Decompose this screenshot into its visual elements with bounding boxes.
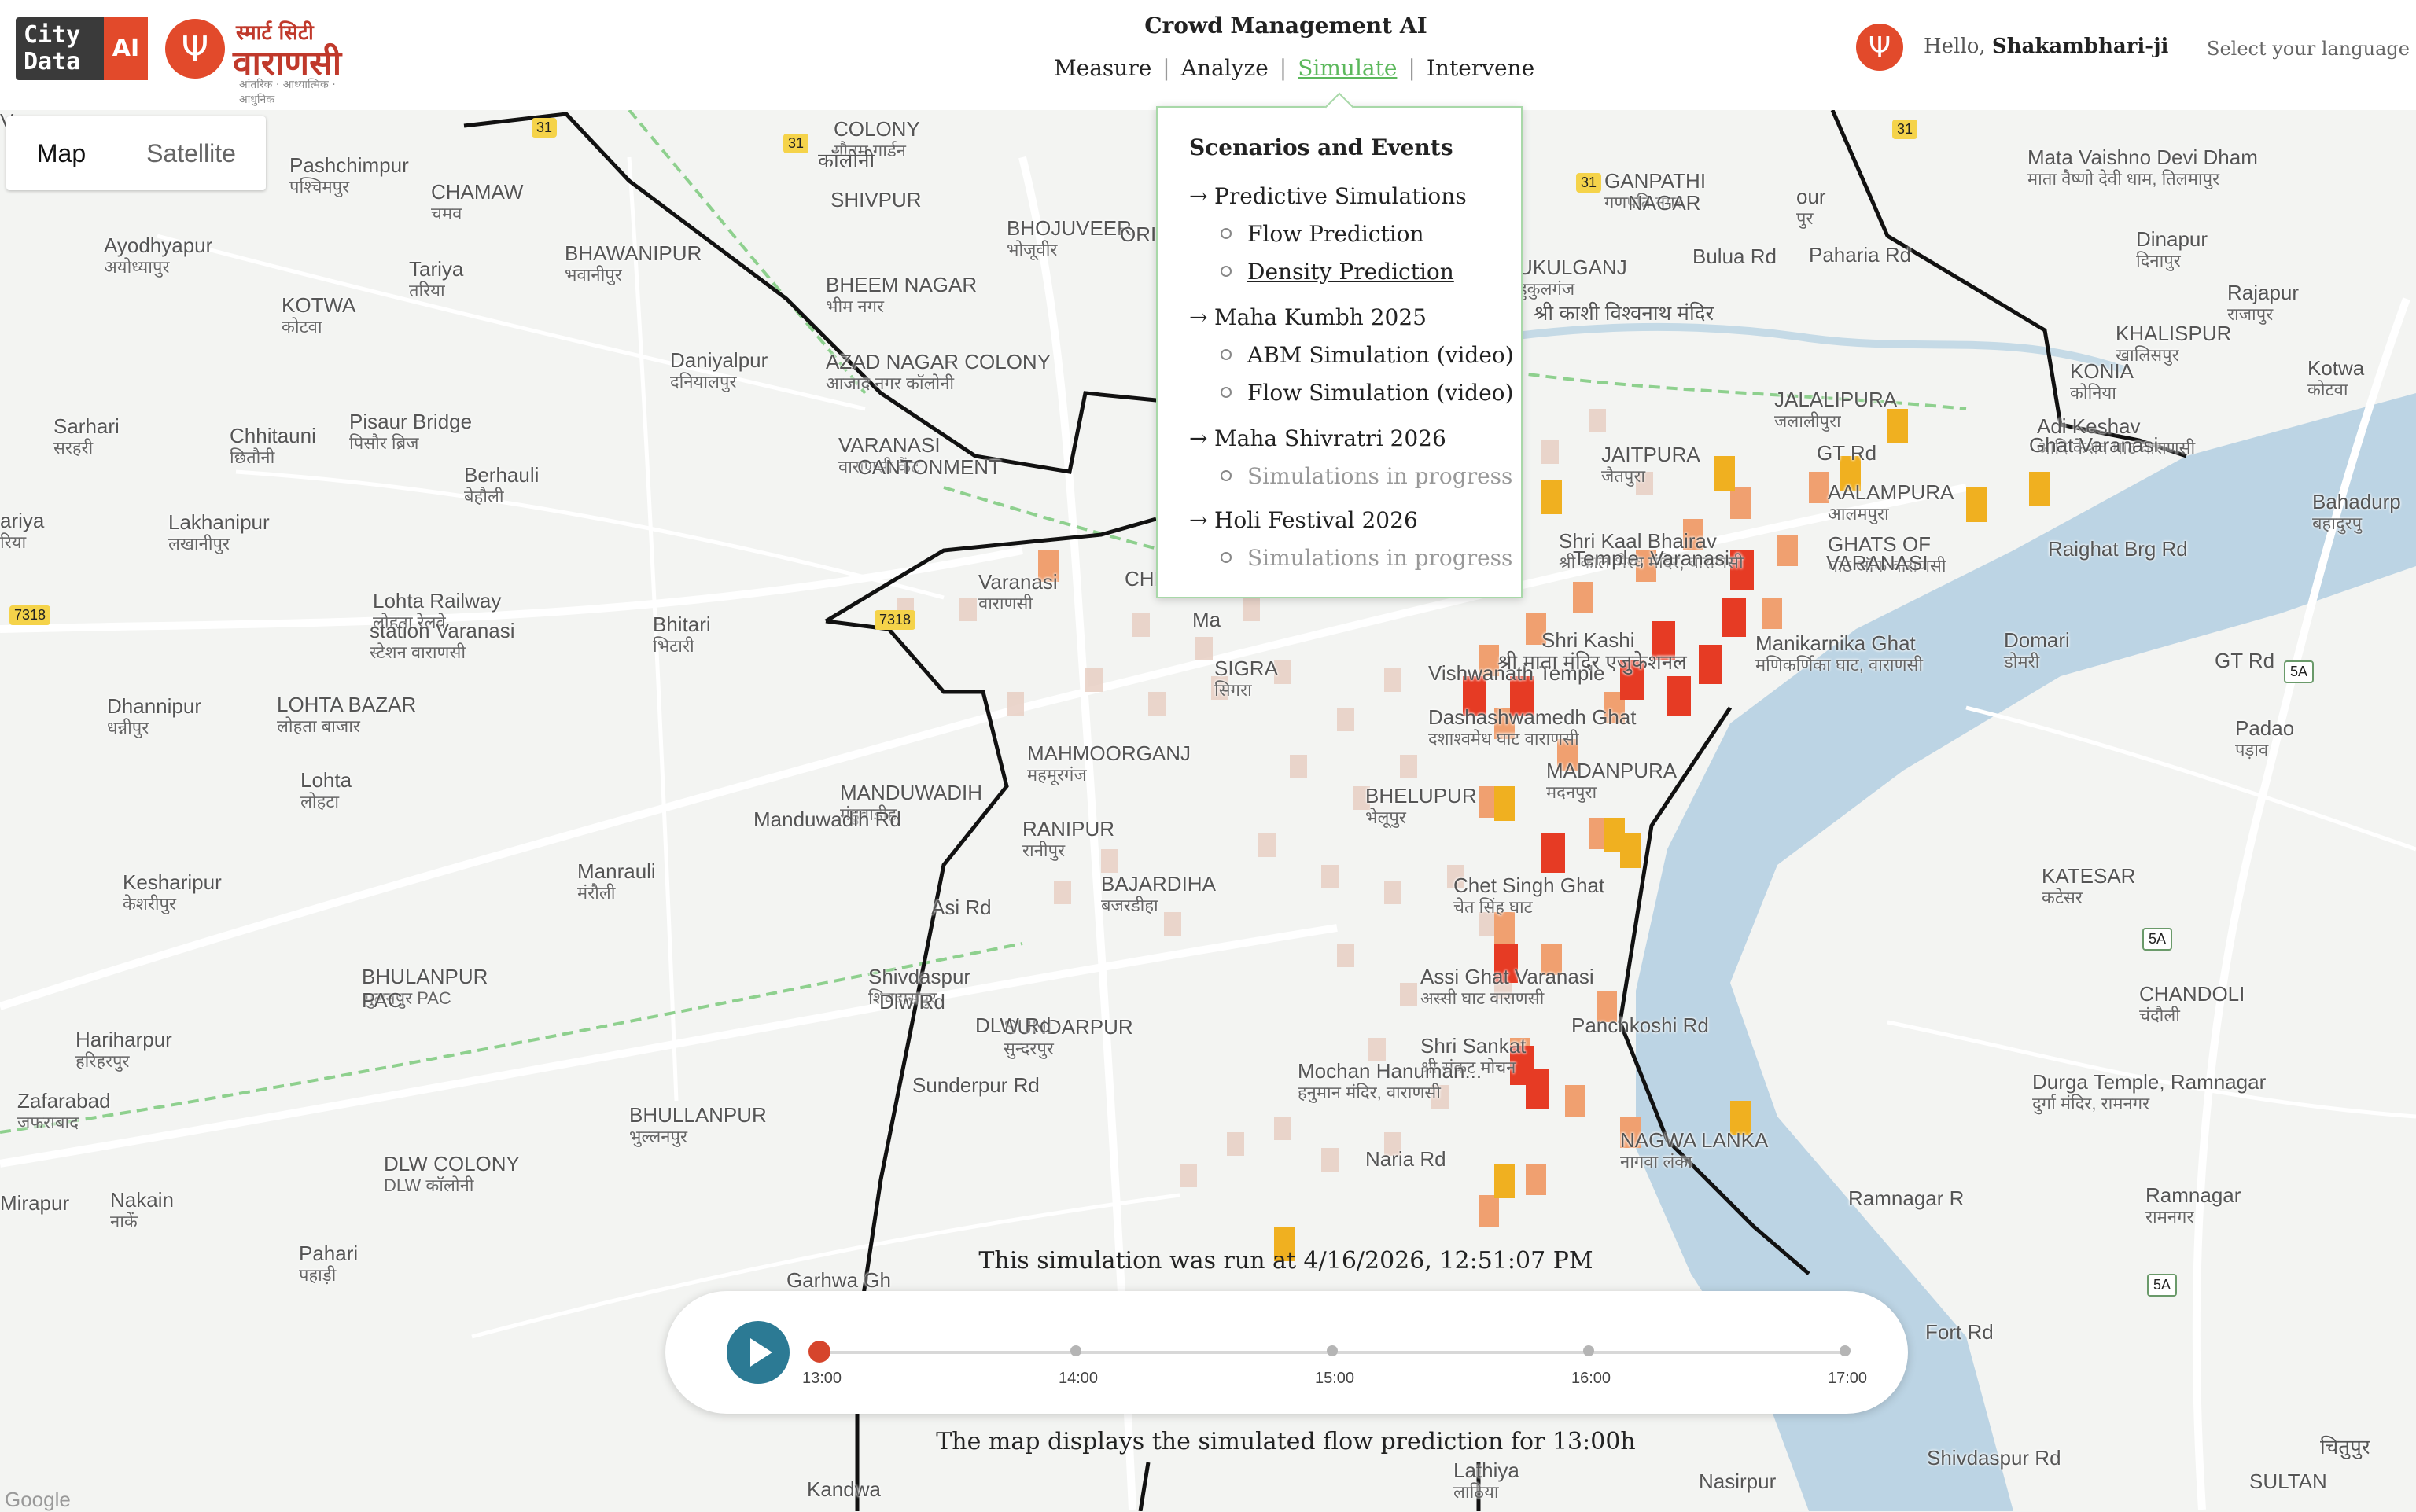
timeline-time-label: 17:00 [1828, 1370, 1868, 1387]
smart-city-varanasi-logo[interactable]: Ψ स्मार्ट सिटी वाराणसी आंतरिक · आध्यात्म… [164, 17, 368, 106]
menu-item-label: Density Prediction [1247, 259, 1454, 285]
play-button[interactable] [727, 1321, 790, 1384]
road-badge: 7318 [875, 610, 916, 630]
dropdown-heading: Scenarios and Events [1189, 134, 1453, 160]
circle-bullet-icon [1221, 551, 1232, 563]
logo-data-text: Data [24, 48, 81, 75]
menu-item-label: ABM Simulation (video) [1247, 342, 1514, 368]
menu-group-predictive-simulations[interactable]: → Predictive Simulations [1189, 183, 1467, 209]
menu-group-label: Maha Kumbh 2025 [1214, 304, 1427, 330]
menu-item-label: Simulations in progress [1247, 463, 1513, 489]
menu-item-abm-simulation[interactable]: ABM Simulation (video) [1221, 342, 1514, 368]
timeline-time-label: 16:00 [1571, 1370, 1611, 1387]
nav-simulate[interactable]: Simulate [1298, 55, 1397, 81]
main-nav: Measure | Analyze | Simulate | Intervene [1054, 55, 1535, 81]
user-name: Shakambhari-ji [1991, 35, 2169, 58]
menu-item-holi-in-progress: Simulations in progress [1221, 545, 1512, 571]
menu-group-maha-shivratri-2026[interactable]: → Maha Shivratri 2026 [1189, 425, 1446, 451]
road-badge: 5A [2147, 1274, 2178, 1297]
circle-bullet-icon [1221, 386, 1232, 398]
timeline-time-label: 13:00 [802, 1370, 842, 1387]
arrow-right-icon: → [1189, 425, 1208, 451]
road-badge: 31 [1892, 120, 1918, 139]
menu-item-label: Simulations in progress [1247, 545, 1513, 571]
menu-group-holi-festival-2026[interactable]: → Holi Festival 2026 [1189, 507, 1418, 533]
map-type-toggle: Map Satellite [6, 116, 266, 190]
timeline-time-label: 14:00 [1059, 1370, 1099, 1387]
timeline-tick[interactable] [1327, 1345, 1338, 1356]
arrow-right-icon: → [1189, 304, 1208, 330]
nav-analyze[interactable]: Analyze [1181, 55, 1269, 81]
user-avatar-icon[interactable]: Ψ [1856, 24, 1903, 71]
menu-group-label: Predictive Simulations [1214, 183, 1467, 209]
timeline-tick[interactable] [1583, 1345, 1594, 1356]
logo-ai-text: AI [104, 17, 148, 80]
timeline-track[interactable] [808, 1341, 1851, 1363]
app-title: Crowd Management AI [1144, 13, 1427, 39]
arrow-right-icon: → [1189, 507, 1208, 533]
menu-item-flow-simulation[interactable]: Flow Simulation (video) [1221, 380, 1513, 406]
app-header: City Data AI Ψ स्मार्ट सिटी वाराणसी आंतर… [0, 0, 2416, 110]
timeline-playhead[interactable] [808, 1341, 830, 1363]
logo-city-text: City [24, 21, 81, 49]
trident-icon: Ψ [165, 19, 225, 79]
road-badge: 7318 [9, 605, 51, 625]
circle-bullet-icon [1221, 265, 1232, 277]
arrow-right-icon: → [1189, 183, 1208, 209]
simulation-run-info: This simulation was run at 4/16/2026, 12… [978, 1247, 1593, 1275]
menu-item-shivratri-in-progress: Simulations in progress [1221, 463, 1512, 489]
road-badge: 31 [783, 134, 809, 153]
nav-measure[interactable]: Measure [1054, 55, 1151, 81]
play-icon [750, 1338, 772, 1367]
menu-item-label: Flow Simulation (video) [1247, 380, 1514, 406]
circle-bullet-icon [1221, 348, 1232, 360]
language-selector[interactable]: Select your language [2207, 38, 2410, 60]
circle-bullet-icon [1221, 469, 1232, 481]
road-badge: 31 [1576, 173, 1602, 193]
greeting-text: Hello, [1924, 35, 1986, 58]
nav-intervene[interactable]: Intervene [1427, 55, 1534, 81]
logo-smart-tagline: आंतरिक · आध्यात्मिक · आधुनिक [239, 79, 336, 106]
road-badge: 31 [532, 118, 558, 138]
menu-group-label: Maha Shivratri 2026 [1214, 425, 1446, 451]
map-caption: The map displays the simulated flow pred… [936, 1428, 1636, 1455]
simulate-dropdown-menu: Scenarios and Events → Predictive Simulat… [1156, 92, 1523, 598]
map-view-button[interactable]: Map [6, 116, 116, 190]
timeline-time-label: 15:00 [1315, 1370, 1355, 1387]
menu-group-maha-kumbh-2025[interactable]: → Maha Kumbh 2025 [1189, 304, 1427, 330]
timeline-tick[interactable] [1070, 1345, 1081, 1356]
menu-group-label: Holi Festival 2026 [1214, 507, 1418, 533]
menu-item-label: Flow Prediction [1247, 221, 1424, 247]
road-badge: 5A [2284, 660, 2315, 683]
timeline-player: 13:00 14:00 15:00 16:00 17:00 [665, 1291, 1908, 1414]
menu-item-flow-prediction[interactable]: Flow Prediction [1221, 221, 1424, 247]
citydata-ai-logo[interactable]: City Data AI [16, 17, 148, 80]
satellite-view-button[interactable]: Satellite [116, 116, 266, 190]
road-badge: 5A [2142, 928, 2173, 951]
timeline-tick[interactable] [1840, 1345, 1851, 1356]
circle-bullet-icon [1221, 227, 1232, 239]
menu-item-density-prediction[interactable]: Density Prediction [1221, 259, 1454, 285]
google-logo: Google [5, 1488, 71, 1511]
user-greeting: Hello, Shakambhari-ji [1924, 35, 2168, 58]
